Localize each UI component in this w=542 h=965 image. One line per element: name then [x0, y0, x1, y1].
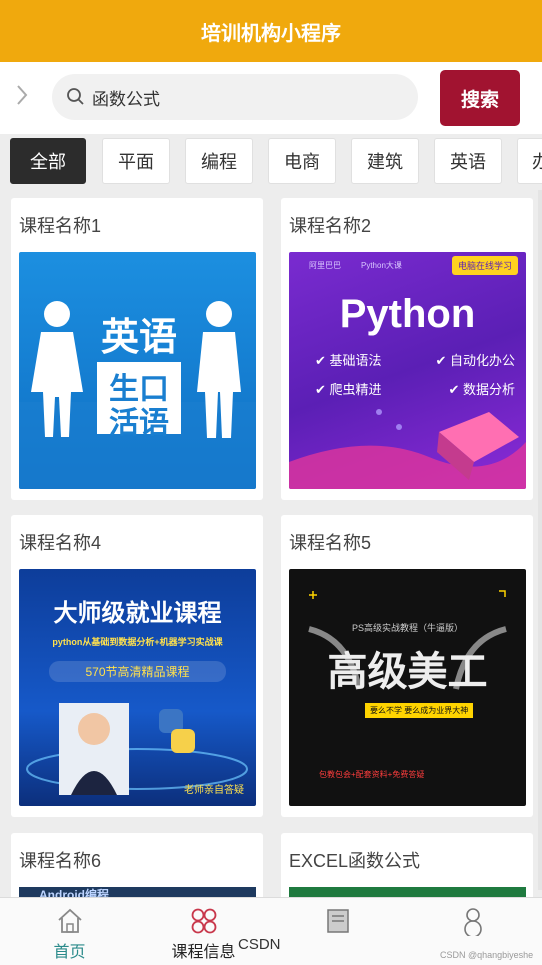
album-icon	[326, 909, 349, 933]
nav-album[interactable]	[270, 898, 405, 965]
feature-list: ✔ 基础语法 ✔ 自动化办公 ✔ 爬虫精进 ✔ 数据分析	[315, 350, 515, 398]
course-thumbnail: 电脑在线学习 阿里巴巴 Python大课 Python ✔ 基础语法 ✔ 自动化…	[289, 252, 526, 489]
check-icon: ✔	[435, 353, 450, 368]
course-title: 课程名称4	[19, 533, 102, 553]
tab-all[interactable]: 全部	[10, 138, 86, 184]
brand-text: Python大课	[361, 261, 402, 270]
scrollbar[interactable]	[538, 190, 542, 890]
search-row: 搜索	[0, 62, 542, 134]
feature-item: ✔ 数据分析	[448, 382, 515, 397]
tab-graphic-design[interactable]: 平面	[102, 138, 170, 184]
watermark-corner: CSDN @qhangbiyeshe	[440, 950, 534, 960]
category-tabs: 全部 平面 编程 电商 建筑 英语 办	[0, 134, 542, 190]
course-title: 课程名称2	[289, 216, 372, 236]
course-thumbnail: PS高级实战教程（牛逼版） 高级美工 要么不学 要么成为业界大神 包教包会+配套…	[289, 569, 526, 806]
app-title-bar: 培训机构小程序	[0, 0, 542, 62]
thumbnail-sub: 要么不学 要么成为业界大神	[365, 703, 474, 718]
search-button[interactable]: 搜索	[440, 70, 520, 126]
check-icon: ✔	[448, 382, 463, 397]
check-icon: ✔	[315, 382, 330, 397]
tab-programming[interactable]: 编程	[185, 138, 253, 184]
course-card[interactable]: 课程名称5 PS高级实战教程（牛逼版） 高级美工 要么不学 要么成为业界大神 包…	[281, 515, 533, 817]
search-box[interactable]	[52, 74, 418, 120]
thumbnail-small: PS高级实战教程（牛逼版）	[351, 623, 463, 633]
home-icon	[57, 908, 82, 933]
course-title: 课程名称6	[19, 851, 102, 871]
feature-item: ✔ 自动化办公	[435, 353, 515, 368]
thumbnail-heading: 英语	[100, 317, 177, 359]
nav-home-label: 首页	[53, 944, 86, 961]
course-title: 课程名称1	[19, 216, 102, 236]
course-card[interactable]: 课程名称4 大师级就业课程 python从基础到数据分析+机器学习实战课 570…	[11, 515, 263, 817]
course-title: 课程名称5	[289, 533, 372, 553]
feature-item: ✔ 基础语法	[315, 353, 382, 368]
thumbnail-word: 活语	[109, 407, 169, 440]
user-icon	[463, 908, 482, 936]
thumbnail-caption: 老师亲自答疑	[184, 785, 244, 796]
thumbnail-heading: 高级美工	[327, 650, 488, 694]
brand-text: 阿里巴巴	[309, 261, 341, 270]
search-input[interactable]	[92, 87, 382, 107]
grid-flower-icon	[191, 908, 216, 934]
tab-english[interactable]: 英语	[434, 138, 502, 184]
check-icon: ✔	[315, 353, 330, 368]
course-title: EXCEL函数公式	[289, 851, 421, 871]
thumbnail-bottom: 包教包会+配套资料+免费答疑	[319, 770, 425, 779]
course-thumbnail: 英语 生口 活语	[19, 252, 256, 489]
nav-home[interactable]: 首页	[2, 898, 137, 965]
tab-office[interactable]: 办	[517, 138, 542, 184]
course-thumbnail: 大师级就业课程 python从基础到数据分析+机器学习实战课 570节高清精品课…	[19, 569, 256, 806]
course-card[interactable]: 课程名称1 英语 生口 活语	[11, 198, 263, 500]
watermark: CSDN	[238, 936, 281, 953]
tab-architecture[interactable]: 建筑	[351, 138, 419, 184]
thumbnail-heading: Python	[339, 292, 476, 336]
course-card[interactable]: EXCEL函数公式	[281, 833, 533, 903]
app-title: 培训机构小程序	[201, 22, 341, 45]
search-icon	[67, 88, 84, 105]
tab-ecommerce[interactable]: 电商	[268, 138, 336, 184]
course-card[interactable]: 课程名称2 电脑在线学习 阿里巴巴 Python大课 Python ✔ 基础语法…	[281, 198, 533, 500]
course-badge: 电脑在线学习	[451, 256, 518, 275]
nav-courses[interactable]: 课程信息	[136, 898, 271, 965]
feature-item: ✔ 爬虫精进	[315, 382, 382, 397]
course-card[interactable]: 课程名称6 Android编程	[11, 833, 263, 903]
chevron-right-icon[interactable]	[10, 80, 34, 110]
bottom-nav: 首页 课程信息 CSDN CSDN @qhangbiyeshe	[0, 897, 542, 965]
